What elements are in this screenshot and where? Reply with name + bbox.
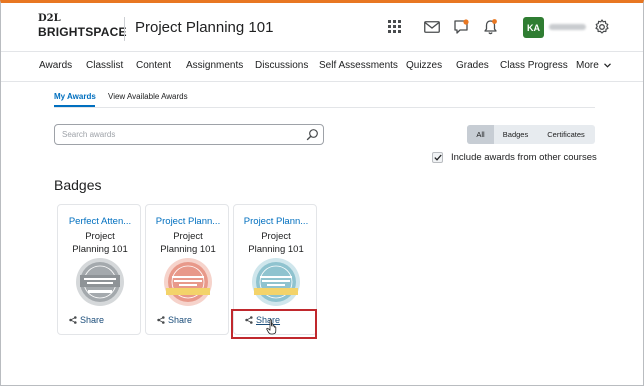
share-icon [157, 316, 165, 324]
nav-more[interactable]: More [576, 60, 611, 71]
nav-content[interactable]: Content [136, 60, 171, 71]
filter-certificates[interactable]: Certificates [537, 125, 595, 144]
grid-icon[interactable] [385, 17, 405, 37]
header: D2L BRIGHTSPACE Project Planning 101 KA [1, 3, 643, 51]
badge-card: Perfect Atten... Project Planning 101 Sh… [57, 204, 141, 335]
nav-discussions[interactable]: Discussions [255, 60, 308, 71]
share-button[interactable]: Share [157, 315, 192, 325]
course-navbar: Awards Classlist Content Assignments Dis… [1, 52, 643, 81]
search-box [54, 124, 324, 145]
nav-classlist[interactable]: Classlist [86, 60, 123, 71]
course-title[interactable]: Project Planning 101 [135, 19, 273, 36]
badge-card: Project Plann... Project Planning 101 Sh… [145, 204, 229, 335]
tabs-divider [54, 107, 595, 108]
chevron-down-icon [603, 63, 611, 68]
include-other-courses-label[interactable]: Include awards from other courses [451, 152, 597, 163]
badge-course-line2: Planning 101 [72, 244, 128, 255]
badge-course: Project Planning 101 [146, 230, 230, 256]
tab-view-available-awards[interactable]: View Available Awards [108, 92, 188, 101]
checkmark-icon [433, 154, 442, 161]
chat-icon[interactable] [451, 17, 471, 37]
badge-course-line1: Project [85, 231, 115, 242]
nav-more-label: More [576, 60, 599, 71]
nav-quizzes[interactable]: Quizzes [406, 60, 442, 71]
brightspace-logo[interactable]: D2L BRIGHTSPACE [38, 13, 127, 39]
badge-course: Project Planning 101 [234, 230, 318, 256]
filter-badges[interactable]: Badges [494, 125, 537, 144]
badge-course: Project Planning 101 [58, 230, 142, 256]
filter-all[interactable]: All [467, 125, 494, 144]
hand-pointer-cursor-icon [266, 319, 277, 335]
tab-my-awards[interactable]: My Awards [54, 92, 96, 101]
share-label: Share [80, 315, 105, 325]
project-planning-certification-badge-image[interactable] [163, 257, 213, 307]
share-icon [69, 316, 77, 324]
nav-self-assessments[interactable]: Self Assessments [319, 60, 398, 71]
badge-course-line1: Project [261, 231, 291, 242]
badges-heading: Badges [54, 177, 102, 193]
logo-brightspace: BRIGHTSPACE [38, 25, 127, 39]
navbar-separator [1, 81, 643, 82]
share-label: Share [168, 315, 193, 325]
badge-title-link[interactable]: Project Plann... [234, 216, 318, 227]
badge-course-line2: Planning 101 [248, 244, 304, 255]
nav-class-progress[interactable]: Class Progress [500, 60, 568, 71]
nav-grades[interactable]: Grades [456, 60, 489, 71]
include-other-courses-checkbox[interactable] [432, 152, 443, 163]
bell-icon[interactable] [480, 17, 500, 37]
nav-awards[interactable]: Awards [39, 60, 72, 71]
badge-course-line2: Planning 101 [160, 244, 216, 255]
mail-icon[interactable] [422, 17, 442, 37]
perfect-attendance-badge-image[interactable] [75, 257, 125, 307]
award-type-filter: All Badges Certificates [467, 125, 595, 144]
app-window: D2L BRIGHTSPACE Project Planning 101 KA … [0, 0, 644, 386]
search-icon[interactable] [306, 128, 319, 141]
search-input[interactable] [62, 130, 292, 139]
gear-icon[interactable] [592, 17, 612, 37]
project-planning-certification-badge-image[interactable] [251, 257, 301, 307]
avatar[interactable]: KA [523, 17, 544, 38]
header-divider [124, 17, 125, 41]
badge-title-link[interactable]: Perfect Atten... [58, 216, 142, 227]
nav-assignments[interactable]: Assignments [186, 60, 243, 71]
share-button[interactable]: Share [69, 315, 104, 325]
badge-course-line1: Project [173, 231, 203, 242]
user-name-redacted[interactable] [549, 24, 586, 30]
badge-title-link[interactable]: Project Plann... [146, 216, 230, 227]
logo-d2l: D2L [38, 13, 61, 24]
